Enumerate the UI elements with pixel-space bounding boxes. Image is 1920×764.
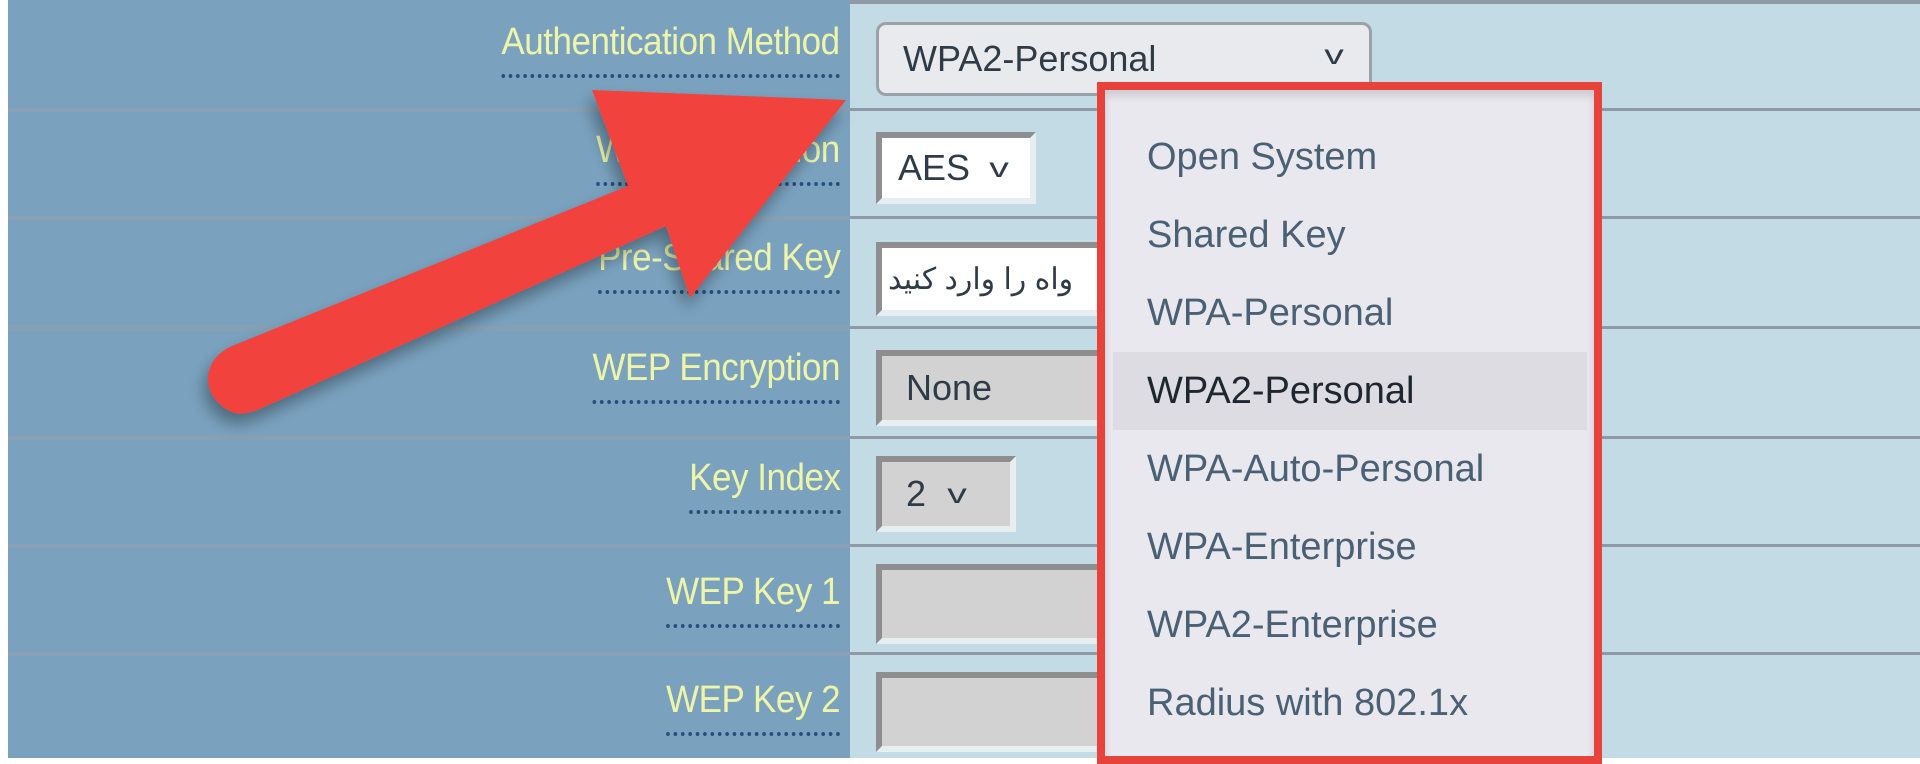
wep-encryption-value: None <box>906 367 993 408</box>
wpa-encryption-label: WPA Encryption <box>596 130 840 186</box>
key-index-label: Key Index <box>688 458 840 514</box>
key-index-select[interactable]: 2 v <box>876 456 1016 532</box>
wep-key-1-label: WEP Key 1 <box>666 572 840 628</box>
chevron-down-icon: v <box>989 152 1009 183</box>
row-wpa-encryption: WPA Encryption AES v <box>8 108 1920 216</box>
row-key-index: Key Index 2 v <box>8 436 1920 544</box>
wep-key-1-input[interactable] <box>876 564 1116 644</box>
row-divider <box>8 108 850 112</box>
row-divider <box>8 216 850 220</box>
row-authentication-method: Authentication Method WPA2-Personal v <box>8 0 1920 108</box>
row-divider <box>8 544 850 548</box>
wpa-encryption-select[interactable]: AES v <box>876 132 1036 204</box>
dropdown-option-wpa2-enterprise[interactable]: WPA2-Enterprise <box>1113 586 1587 664</box>
wpa-encryption-value: AES <box>898 147 971 188</box>
chevron-down-icon: v <box>1324 39 1344 70</box>
row-pre-shared-key: Pre-Shared Key واه را وارد کنید <box>8 216 1920 324</box>
dropdown-option-open-system[interactable]: Open System <box>1113 118 1587 196</box>
pre-shared-key-placeholder: واه را وارد کنید <box>888 262 1074 296</box>
dropdown-option-shared-key[interactable]: Shared Key <box>1113 196 1587 274</box>
row-divider <box>8 326 850 330</box>
key-index-value: 2 <box>906 473 927 514</box>
row-wep-encryption: WEP Encryption None <box>8 326 1920 434</box>
pre-shared-key-input[interactable]: واه را وارد کنید <box>876 242 1116 316</box>
row-divider <box>850 0 1920 3</box>
wep-key-2-input[interactable] <box>876 672 1116 752</box>
pre-shared-key-label: Pre-Shared Key <box>597 238 840 294</box>
row-wep-key-1: WEP Key 1 <box>8 544 1920 652</box>
dropdown-option-wpa-auto-personal[interactable]: WPA-Auto-Personal <box>1113 430 1587 508</box>
authentication-method-dropdown-list: Open System Shared Key WPA-Personal WPA2… <box>1097 82 1602 764</box>
wep-encryption-label: WEP Encryption <box>592 348 840 404</box>
dropdown-option-wpa-personal[interactable]: WPA-Personal <box>1113 274 1587 352</box>
dropdown-option-radius-8021x[interactable]: Radius with 802.1x <box>1113 664 1587 742</box>
authentication-method-label: Authentication Method <box>501 22 840 78</box>
row-divider <box>8 652 850 656</box>
highlight-border-bottom <box>1097 756 1602 764</box>
row-wep-key-2: WEP Key 2 <box>8 652 1920 760</box>
dropdown-option-wpa2-personal[interactable]: WPA2-Personal <box>1113 352 1587 430</box>
chevron-down-icon: v <box>947 478 967 509</box>
wep-key-2-label: WEP Key 2 <box>666 680 840 736</box>
row-divider <box>8 436 850 440</box>
wep-encryption-select[interactable]: None <box>876 350 1116 426</box>
dropdown-option-wpa-enterprise[interactable]: WPA-Enterprise <box>1113 508 1587 586</box>
authentication-method-value: WPA2-Personal <box>903 38 1157 79</box>
